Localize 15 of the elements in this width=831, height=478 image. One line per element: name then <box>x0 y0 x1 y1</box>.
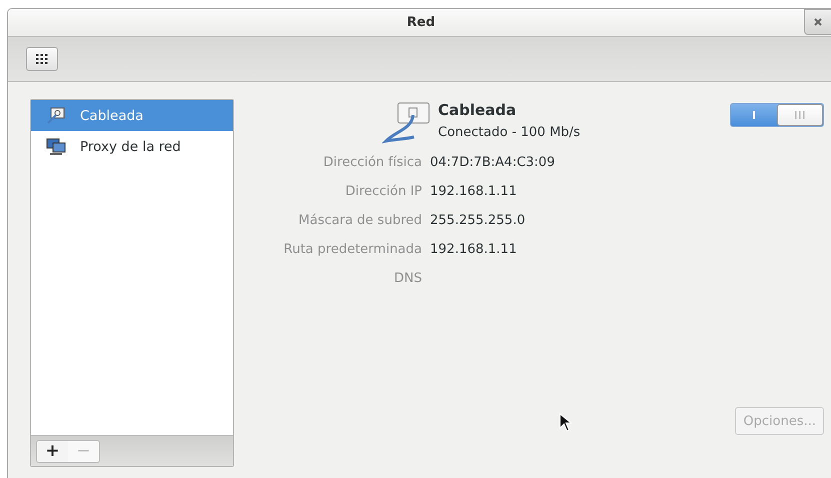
sidebar-item[interactable]: Cableada <box>31 100 233 131</box>
detail-label: DNS <box>393 270 422 288</box>
detail-value: 192.168.1.11 <box>430 241 518 259</box>
detail-value: 255.255.255.0 <box>430 212 526 230</box>
detail-label: Ruta predeterminada <box>282 241 422 259</box>
add-button[interactable]: + <box>37 440 68 462</box>
sidebar-item[interactable]: Proxy de la red <box>31 131 233 162</box>
detail-label: Dirección IP <box>344 183 422 201</box>
detail-label: Máscara de subred <box>298 212 422 230</box>
window-title: Red <box>406 15 436 30</box>
detail-label: Dirección física <box>322 154 422 172</box>
detail-value: 192.168.1.11 <box>430 183 518 201</box>
device-name: Cableada <box>438 101 518 119</box>
connection-status: Conectado - 100 Mb/s <box>438 125 580 140</box>
detail-value: 04:7D:7B:A4:C3:09 <box>430 154 556 172</box>
